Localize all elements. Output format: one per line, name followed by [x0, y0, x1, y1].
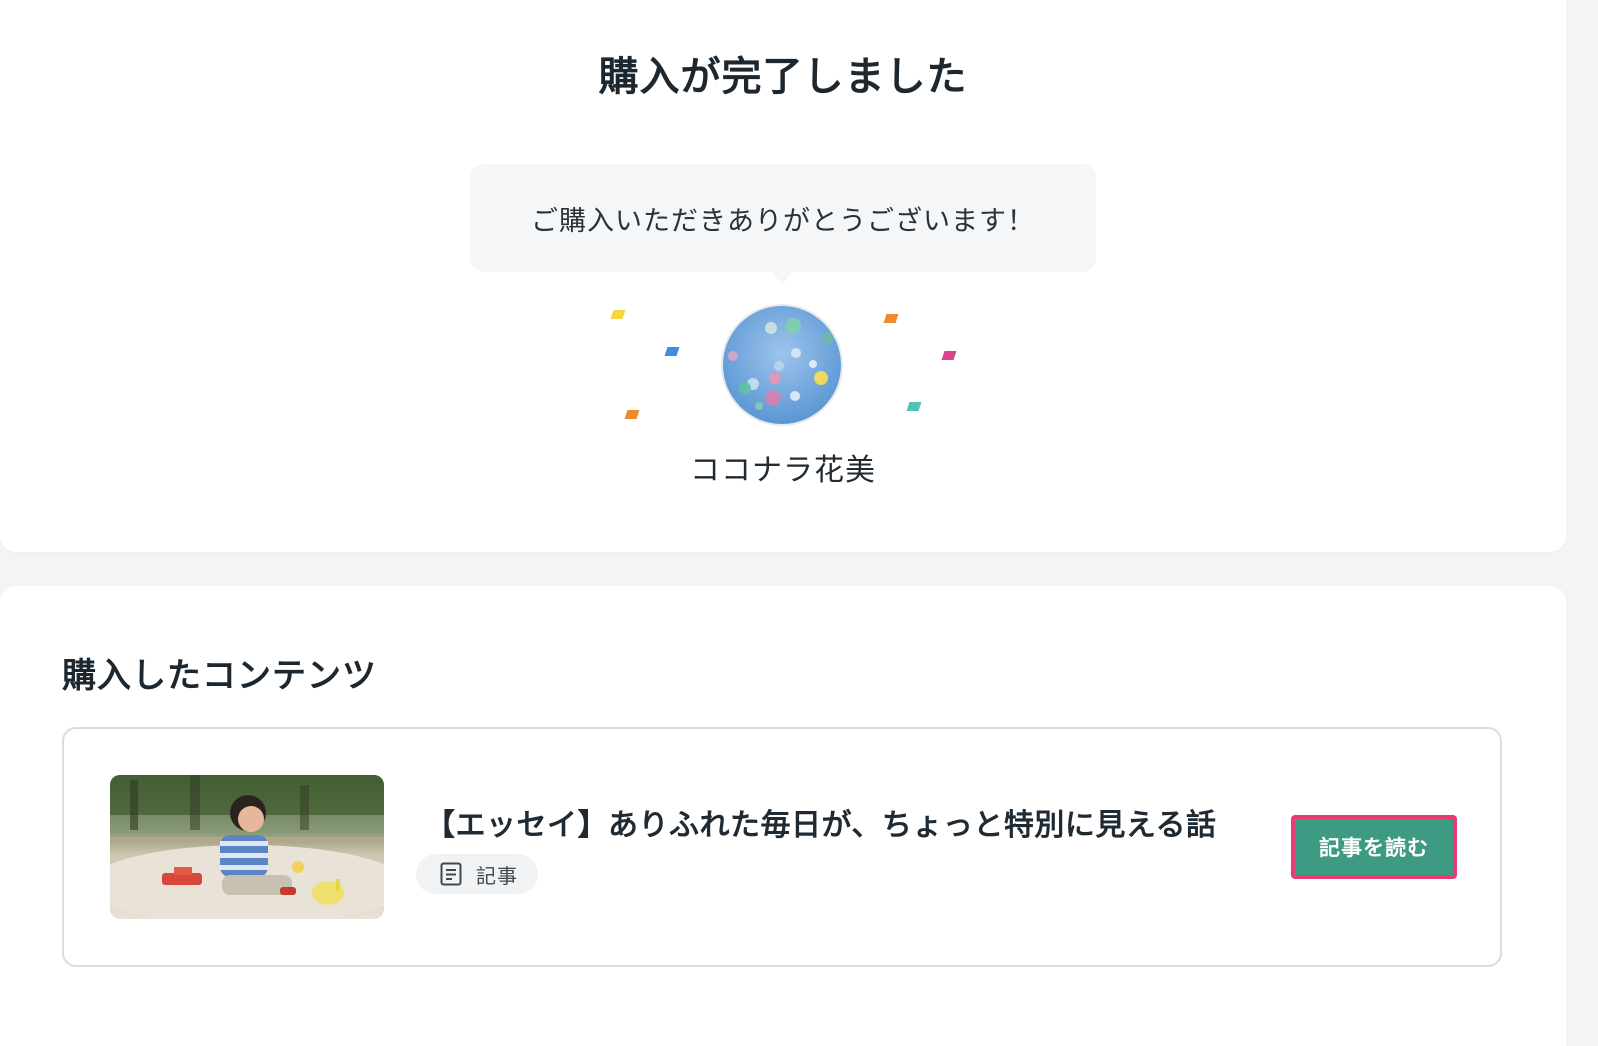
section-title: 購入したコンテンツ	[62, 656, 377, 696]
thanks-message: ご購入いただきありがとうございます！	[531, 205, 1035, 237]
document-icon	[440, 862, 462, 886]
thanks-bubble: ご購入いただきありがとうございます！	[470, 164, 1096, 272]
author-avatar[interactable]	[721, 304, 843, 426]
balloons-photo-icon	[723, 306, 841, 424]
bubble-tail	[771, 271, 793, 284]
page-title: 購入が完了しました	[598, 54, 968, 100]
item-thumbnail[interactable]	[110, 775, 384, 919]
page-edge	[1566, 0, 1598, 1040]
child-sandbox-photo-icon	[110, 775, 384, 919]
author-name[interactable]: ココナラ花美	[0, 445, 1566, 489]
content-type-label: 記事	[476, 863, 518, 888]
read-article-button[interactable]: 記事を読む	[1291, 815, 1457, 879]
content-type-tag: 記事	[416, 854, 538, 894]
item-title[interactable]: 【エッセイ】ありふれた毎日が、ちょっと特別に見える話	[425, 800, 1217, 844]
